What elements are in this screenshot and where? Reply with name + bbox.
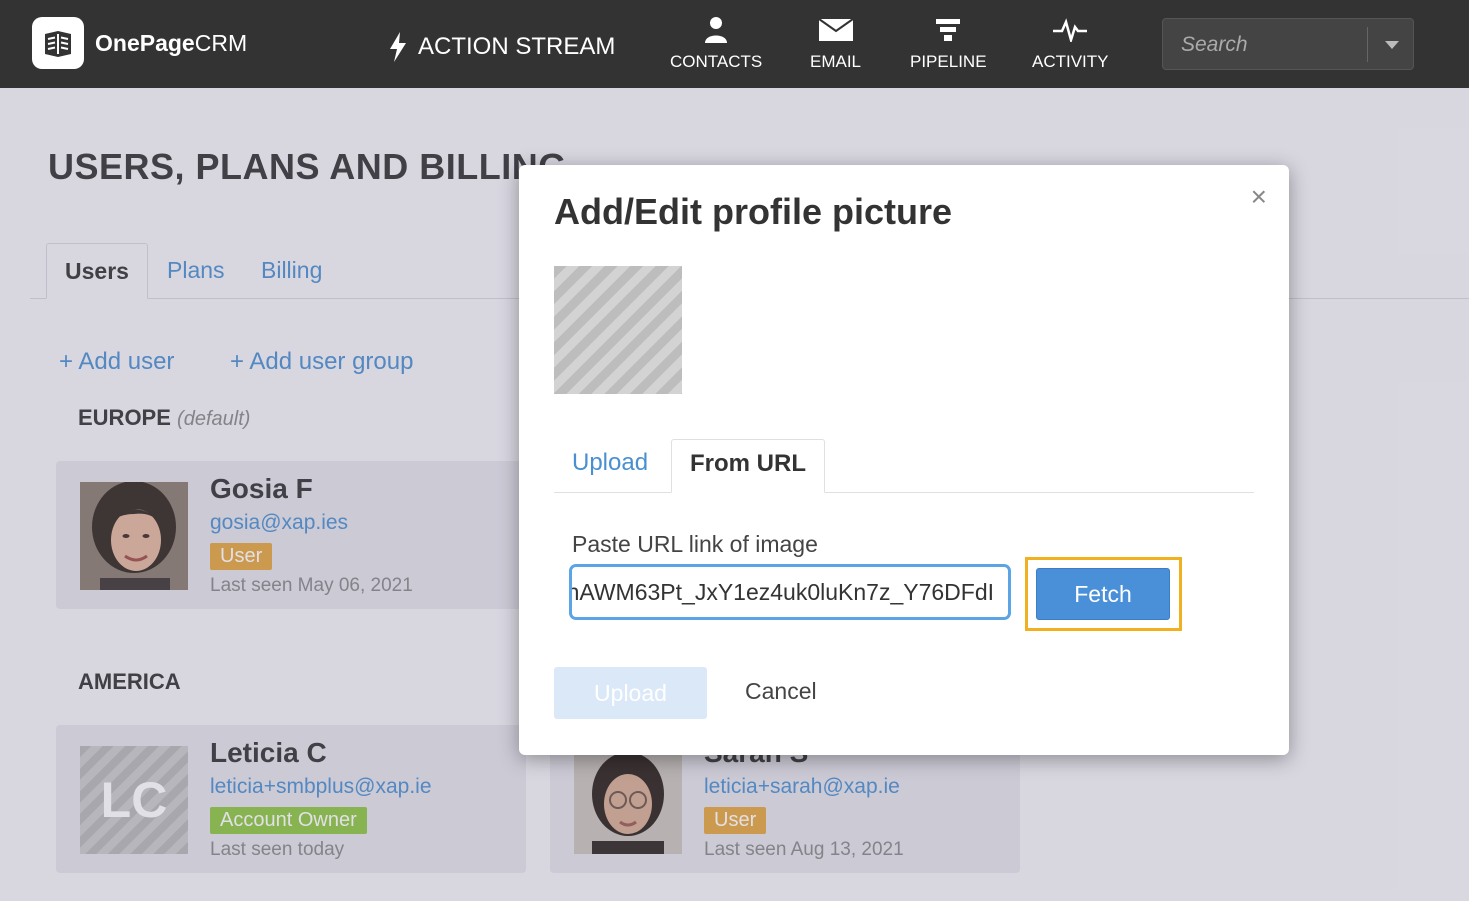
nav-activity[interactable]: ACTIVITY xyxy=(1032,14,1109,72)
pulse-icon xyxy=(1053,18,1088,42)
image-url-input[interactable]: nAWM63Pt_JxY1ez4uk0luKn7z_Y76DFdI xyxy=(569,564,1011,620)
person-icon xyxy=(705,17,728,43)
nav-contacts-label: CONTACTS xyxy=(670,52,763,71)
envelope-icon xyxy=(817,18,854,41)
top-navbar: OnePageCRM ACTION STREAM CONTACTS EMAIL … xyxy=(0,0,1469,88)
profile-picture-preview xyxy=(554,266,682,394)
search-divider xyxy=(1367,27,1368,62)
lightning-icon xyxy=(390,32,406,62)
dialog-title: Add/Edit profile picture xyxy=(554,191,953,232)
url-field-label: Paste URL link of image xyxy=(572,531,818,557)
nav-email[interactable]: EMAIL xyxy=(810,14,861,72)
search-placeholder: Search xyxy=(1181,33,1248,56)
image-url-value: nAWM63Pt_JxY1ez4uk0luKn7z_Y76DFdI xyxy=(569,579,994,605)
nav-pipeline-label: PIPELINE xyxy=(910,52,987,71)
nav-email-label: EMAIL xyxy=(810,52,862,71)
funnel-icon xyxy=(936,19,961,41)
tab-upload[interactable]: Upload xyxy=(554,439,666,493)
nav-activity-label: ACTIVITY xyxy=(1032,52,1109,71)
dialog-tabs: Upload From URL xyxy=(554,439,1254,493)
close-icon[interactable]: × xyxy=(1251,181,1267,213)
cancel-button[interactable]: Cancel xyxy=(745,678,817,705)
brand-name[interactable]: OnePageCRM xyxy=(95,30,247,57)
profile-picture-dialog: × Add/Edit profile picture Upload From U… xyxy=(519,165,1289,755)
nav-action-stream-label: ACTION STREAM xyxy=(418,33,616,60)
onepage-logo-icon[interactable] xyxy=(32,17,84,69)
search-input[interactable]: Search xyxy=(1162,18,1414,70)
fetch-button[interactable]: Fetch xyxy=(1036,568,1170,620)
tab-from-url[interactable]: From URL xyxy=(671,439,825,493)
nav-contacts[interactable]: CONTACTS xyxy=(670,14,762,72)
nav-action-stream[interactable]: ACTION STREAM xyxy=(388,32,615,62)
upload-button[interactable]: Upload xyxy=(554,667,707,719)
chevron-down-icon[interactable] xyxy=(1385,41,1399,49)
nav-pipeline[interactable]: PIPELINE xyxy=(910,14,987,72)
